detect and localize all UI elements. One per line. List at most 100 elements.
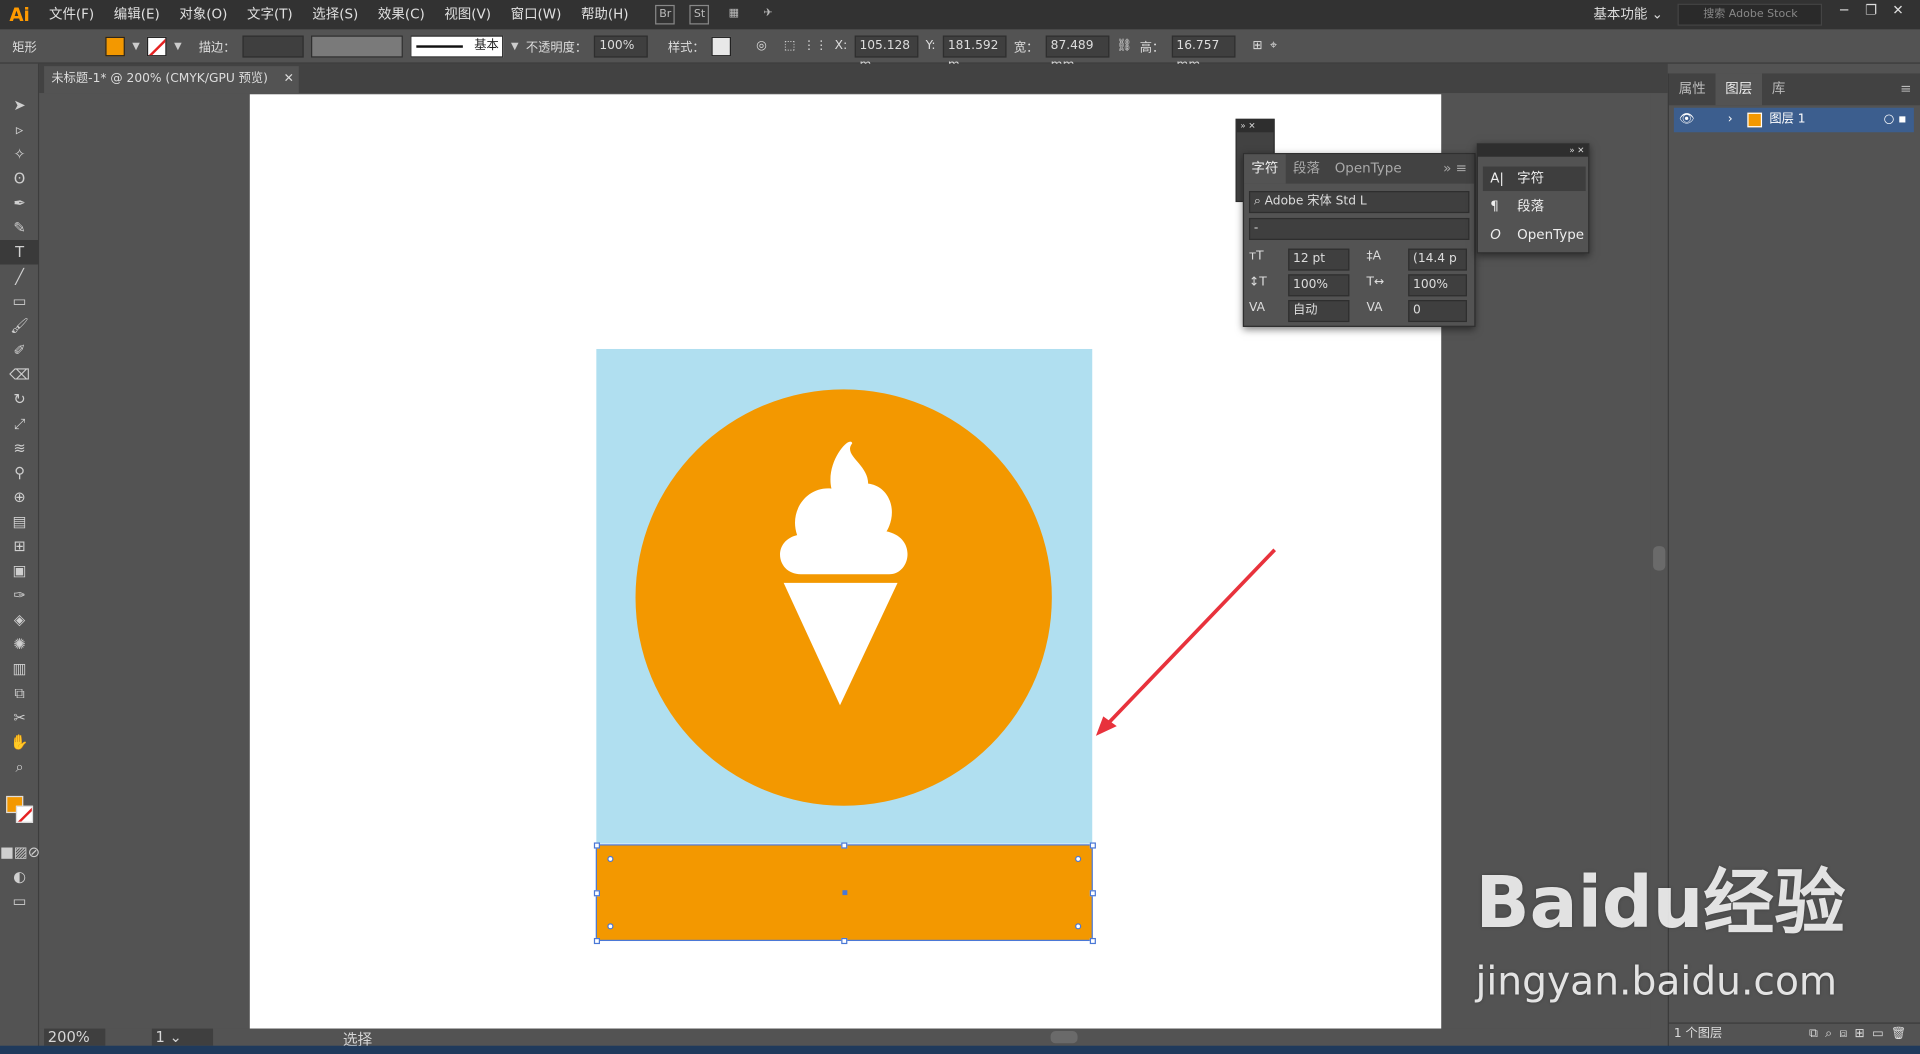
chevron-down-icon[interactable]: ▼ bbox=[132, 40, 140, 51]
menu-select[interactable]: 选择(S) bbox=[302, 0, 368, 29]
transform-icon[interactable]: ⊞ bbox=[1252, 39, 1262, 52]
menu-edit[interactable]: 编辑(E) bbox=[104, 0, 170, 29]
menu-help[interactable]: 帮助(H) bbox=[571, 0, 638, 29]
leading-field[interactable]: (14.4 p bbox=[1408, 248, 1467, 271]
fill-swatch[interactable] bbox=[105, 36, 125, 56]
eraser-tool-icon[interactable]: ⌫ bbox=[0, 362, 39, 386]
screen-mode-icon[interactable]: ▭ bbox=[0, 889, 39, 913]
puppet-warp-tool-icon[interactable]: ⚲ bbox=[0, 460, 39, 484]
resize-handle[interactable] bbox=[593, 842, 601, 849]
menu-file[interactable]: 文件(F) bbox=[39, 0, 104, 29]
isolate-icon[interactable]: ⌖ bbox=[1270, 39, 1277, 52]
height-field[interactable]: 16.757 mm bbox=[1171, 34, 1236, 72]
magic-wand-tool-icon[interactable]: ✧ bbox=[0, 142, 39, 166]
flyout-opentype[interactable]: O OpenType bbox=[1483, 223, 1586, 247]
restore-button[interactable]: ❐ bbox=[1859, 2, 1883, 24]
stroke-color-box[interactable] bbox=[15, 805, 34, 823]
menu-view[interactable]: 视图(V) bbox=[435, 0, 501, 29]
perspective-grid-tool-icon[interactable]: ▤ bbox=[0, 509, 39, 533]
workspace-switcher[interactable]: 基本功能 ⌄ bbox=[1593, 4, 1662, 24]
curvature-tool-icon[interactable]: ✎ bbox=[0, 216, 39, 240]
selection-tool-icon[interactable]: ➤ bbox=[0, 93, 39, 117]
horizontal-scale-field[interactable]: 100% bbox=[1408, 274, 1467, 297]
y-field[interactable]: 181.592 m bbox=[942, 34, 1007, 72]
artboard-navigation-field[interactable]: 1 ⌄ bbox=[151, 1028, 214, 1046]
scroll-thumb[interactable] bbox=[1653, 546, 1666, 571]
menu-window[interactable]: 窗口(W) bbox=[501, 0, 571, 29]
pen-tool-icon[interactable]: ✒ bbox=[0, 191, 39, 215]
direct-selection-tool-icon[interactable]: ▹ bbox=[0, 118, 39, 142]
tab-layers[interactable]: 图层 bbox=[1715, 73, 1763, 106]
bridge-icon[interactable]: Br bbox=[655, 4, 676, 25]
tracking-field[interactable]: 0 bbox=[1408, 300, 1467, 323]
menu-effect[interactable]: 效果(C) bbox=[368, 0, 434, 29]
corner-radius-widget[interactable] bbox=[1075, 923, 1082, 930]
document-tab[interactable]: 未标题-1* @ 200% (CMYK/GPU 预览) ✕ bbox=[44, 66, 299, 94]
flyout-paragraph[interactable]: ¶ 段落 bbox=[1483, 195, 1586, 219]
constrain-link-icon[interactable]: ⛓ bbox=[1117, 39, 1133, 52]
variable-width-profile[interactable] bbox=[311, 34, 404, 57]
menu-object[interactable]: 对象(O) bbox=[170, 0, 238, 29]
zoom-field[interactable]: 200% ⌄ bbox=[44, 1028, 106, 1054]
corner-radius-widget[interactable] bbox=[1075, 855, 1082, 863]
tab-properties[interactable]: 属性 bbox=[1669, 73, 1716, 105]
hand-tool-icon[interactable]: ✋ bbox=[0, 730, 39, 754]
opacity-field[interactable]: 100% bbox=[594, 34, 649, 57]
tab-libraries[interactable]: 库 bbox=[1762, 73, 1795, 105]
tab-opentype[interactable]: OpenType bbox=[1327, 154, 1409, 183]
gradient-tool-icon[interactable]: ▣ bbox=[0, 558, 39, 582]
minimize-button[interactable]: ─ bbox=[1832, 2, 1856, 24]
graphic-style-swatch[interactable] bbox=[712, 36, 732, 56]
close-icon[interactable]: » ✕ bbox=[1236, 120, 1274, 133]
stock-search-input[interactable]: 搜索 Adobe Stock bbox=[1677, 3, 1823, 26]
warp-tool-icon[interactable]: ≋ bbox=[0, 436, 39, 460]
font-size-field[interactable]: 12 pt bbox=[1288, 248, 1350, 271]
reference-point-icon[interactable]: ⋮⋮ bbox=[803, 39, 827, 52]
close-icon[interactable]: ✕ bbox=[284, 66, 294, 93]
close-icon[interactable]: » ✕ bbox=[1477, 144, 1589, 157]
slice-tool-icon[interactable]: ✂ bbox=[0, 705, 39, 729]
column-graph-tool-icon[interactable]: ▥ bbox=[0, 656, 39, 680]
stroke-swatch[interactable] bbox=[147, 36, 167, 56]
resize-handle[interactable] bbox=[1089, 842, 1096, 849]
brush-definition[interactable]: 基本 bbox=[410, 34, 504, 57]
resize-handle[interactable] bbox=[841, 842, 848, 849]
resize-handle[interactable] bbox=[841, 937, 848, 945]
blend-tool-icon[interactable]: ◈ bbox=[0, 607, 39, 631]
zoom-tool-icon[interactable]: ⌕ bbox=[0, 754, 39, 778]
symbol-sprayer-tool-icon[interactable]: ✺ bbox=[0, 632, 39, 656]
recolor-icon[interactable]: ◎ bbox=[756, 39, 767, 52]
vertical-scale-field[interactable]: 100% bbox=[1288, 274, 1350, 297]
rectangle-tool-icon[interactable]: ▭ bbox=[0, 289, 39, 313]
shape-builder-tool-icon[interactable]: ⊕ bbox=[0, 485, 39, 509]
chevron-down-icon[interactable]: ▼ bbox=[511, 40, 519, 51]
menu-type[interactable]: 文字(T) bbox=[237, 0, 302, 29]
width-field[interactable]: 87.489 mm bbox=[1045, 34, 1110, 72]
color-mode-icon[interactable]: ■▨⊘ bbox=[0, 840, 40, 864]
resize-handle[interactable] bbox=[593, 890, 601, 897]
chevron-down-icon[interactable]: ▼ bbox=[174, 40, 182, 51]
panel-menu-icon[interactable]: » ≡ bbox=[1436, 154, 1475, 183]
draw-mode-icon[interactable]: ◐ bbox=[0, 864, 39, 888]
tab-paragraph[interactable]: 段落 bbox=[1286, 154, 1328, 183]
type-tool-icon[interactable]: T bbox=[0, 240, 40, 265]
font-style-field[interactable]: - bbox=[1248, 217, 1470, 241]
resize-handle[interactable] bbox=[1089, 937, 1096, 945]
resize-handle[interactable] bbox=[1089, 890, 1096, 897]
rotate-tool-icon[interactable]: ↻ bbox=[0, 387, 39, 411]
flyout-character[interactable]: A| 字符 bbox=[1482, 166, 1586, 192]
horizontal-scroll-thumb[interactable] bbox=[1050, 1031, 1078, 1044]
stroke-weight-field[interactable] bbox=[242, 34, 305, 57]
font-family-field[interactable]: ⌕ Adobe 宋体 Std L bbox=[1248, 191, 1470, 214]
gpu-performance-icon[interactable]: ✈ bbox=[758, 5, 778, 25]
corner-radius-widget[interactable] bbox=[607, 923, 614, 930]
paintbrush-tool-icon[interactable]: 🖌 bbox=[0, 313, 39, 337]
resize-handle[interactable] bbox=[593, 937, 601, 945]
corner-radius-widget[interactable] bbox=[607, 855, 614, 863]
line-tool-icon[interactable]: ╱ bbox=[0, 264, 39, 288]
eyedropper-tool-icon[interactable]: ✑ bbox=[0, 583, 39, 607]
close-window-button[interactable]: ✕ bbox=[1886, 2, 1910, 24]
tab-character[interactable]: 字符 bbox=[1244, 154, 1286, 184]
kerning-field[interactable]: 自动 bbox=[1288, 300, 1350, 323]
align-to-icon[interactable]: ⬚ bbox=[784, 39, 796, 52]
